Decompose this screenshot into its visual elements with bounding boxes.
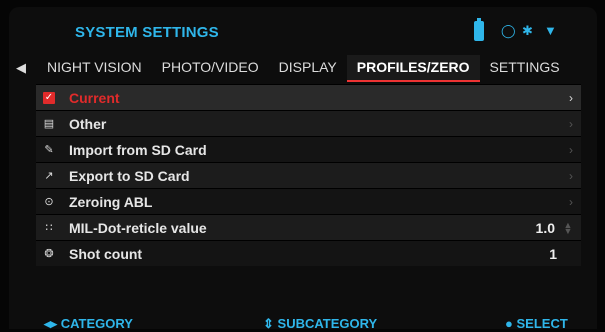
list-item-label: Import from SD Card bbox=[69, 141, 207, 158]
stepper-icon[interactable]: ▲ ▼ bbox=[561, 220, 575, 235]
tab-photo-video[interactable]: PHOTO/VIDEO bbox=[152, 55, 269, 80]
tab-settings[interactable]: SETTINGS bbox=[480, 55, 570, 80]
zeroing-icon: ⊙ bbox=[44, 196, 54, 208]
battery-icon bbox=[474, 18, 484, 41]
list-item-label: Other bbox=[69, 115, 107, 132]
settings-list: ✓ Current › ▤ Other › ✎ Import from SD C… bbox=[36, 84, 581, 266]
chevron-right-icon: › bbox=[569, 194, 573, 209]
list-icon: ▤ bbox=[43, 118, 55, 130]
mil-dot-value: 1.0 bbox=[535, 219, 555, 236]
list-item-export[interactable]: ↗ Export to SD Card › bbox=[36, 162, 581, 188]
list-item-zeroing-abl[interactable]: ⊙ Zeroing ABL › bbox=[36, 188, 581, 214]
shot-count-value: 1 bbox=[549, 245, 557, 262]
bluetooth-icon: ✱ bbox=[522, 23, 533, 38]
chevron-right-icon: › bbox=[569, 116, 573, 131]
chevron-right-icon: › bbox=[569, 168, 573, 183]
import-icon: ✎ bbox=[44, 144, 54, 156]
chevron-right-icon: › bbox=[569, 90, 573, 105]
list-item-label: Zeroing ABL bbox=[69, 193, 153, 210]
power-icon: ◯ bbox=[501, 23, 516, 38]
list-item-mil-dot[interactable]: ∷ MIL-Dot-reticle value 1.0 ▲ ▼ bbox=[36, 214, 581, 240]
list-item-label: Shot count bbox=[69, 245, 143, 262]
list-item-shot-count[interactable]: ❂ Shot count 1 bbox=[36, 240, 581, 266]
export-icon: ↗ bbox=[44, 170, 54, 182]
chevron-right-icon: › bbox=[569, 142, 573, 157]
tab-profiles-zero[interactable]: PROFILES/ZERO bbox=[346, 55, 480, 82]
list-item-import[interactable]: ✎ Import from SD Card › bbox=[36, 136, 581, 162]
tab-bar: NIGHT VISION PHOTO/VIDEO DISPLAY PROFILE… bbox=[37, 55, 570, 82]
list-item-label: Current bbox=[69, 89, 120, 106]
list-item-label: MIL-Dot-reticle value bbox=[69, 219, 207, 236]
list-item-current[interactable]: ✓ Current › bbox=[36, 84, 581, 110]
page-title: SYSTEM SETTINGS bbox=[75, 24, 219, 41]
wifi-icon: ▼ bbox=[544, 23, 557, 38]
footer-subcategory: ⇕ SUBCATEGORY bbox=[263, 316, 377, 332]
tab-display[interactable]: DISPLAY bbox=[269, 55, 347, 80]
list-item-other[interactable]: ▤ Other › bbox=[36, 110, 581, 136]
list-item-label: Export to SD Card bbox=[69, 167, 190, 184]
reticle-dots-icon: ∷ bbox=[45, 222, 53, 234]
tab-night-vision[interactable]: NIGHT VISION bbox=[37, 55, 152, 80]
checkbox-icon: ✓ bbox=[43, 91, 55, 104]
footer-category: ◂▸ CATEGORY bbox=[44, 316, 133, 332]
shot-icon: ❂ bbox=[44, 248, 54, 260]
back-arrow-icon[interactable]: ◀ bbox=[16, 60, 26, 76]
